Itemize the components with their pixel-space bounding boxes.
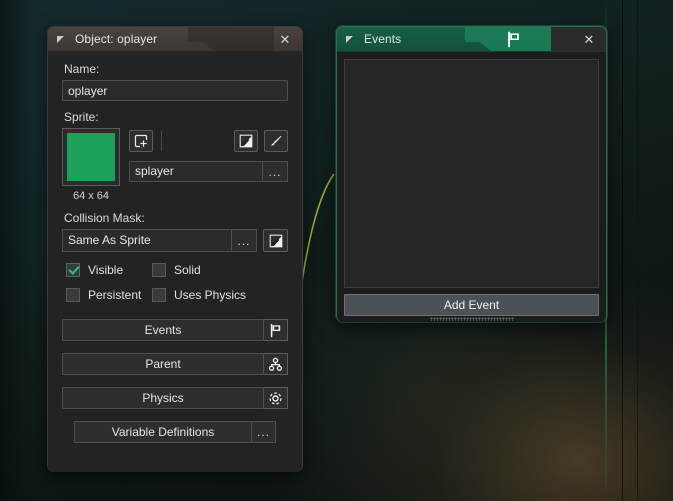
events-button-row: Events	[62, 319, 288, 341]
variable-definitions-menu-button[interactable]: ...	[252, 421, 276, 443]
edit-image-icon[interactable]	[234, 130, 258, 152]
name-label: Name:	[64, 62, 100, 76]
checkbox-persistent-label: Persistent	[88, 288, 142, 302]
app-root: Object: oplayer ✕ Name: Sprite: 64 x 64	[0, 0, 673, 501]
events-window-body: Add Event	[337, 52, 606, 322]
variable-definitions-button[interactable]: Variable Definitions	[74, 421, 252, 443]
collapse-caret-icon[interactable]	[346, 35, 355, 44]
background-vertical-line-1	[622, 0, 623, 501]
sprite-thumbnail[interactable]	[62, 128, 120, 186]
flag-icon	[505, 31, 522, 51]
physics-button-row: Physics	[62, 387, 288, 409]
close-icon[interactable]: ✕	[274, 27, 296, 51]
checkbox-visible-label: Visible	[88, 263, 124, 277]
object-editor-window: Object: oplayer ✕ Name: Sprite: 64 x 64	[47, 26, 303, 472]
checkbox-uses-physics-box[interactable]	[152, 288, 166, 302]
parent-button[interactable]: Parent	[62, 353, 264, 375]
events-button[interactable]: Events	[62, 319, 264, 341]
object-name-input[interactable]	[62, 80, 288, 101]
object-action-buttons: Events Parent Physics Variable Definitio…	[62, 319, 288, 443]
toolbar-separator	[161, 131, 162, 151]
background-left-shade	[0, 0, 34, 501]
resize-grip[interactable]	[429, 317, 514, 321]
sprite-dimensions-label: 64 x 64	[72, 190, 110, 202]
checkbox-uses-physics[interactable]: Uses Physics	[152, 288, 288, 302]
checkbox-visible-box[interactable]	[66, 263, 80, 277]
collision-mask-label: Collision Mask:	[64, 211, 145, 225]
collision-mask-edit-icon[interactable]	[263, 229, 288, 252]
add-event-button[interactable]: Add Event	[344, 294, 599, 316]
parent-button-row: Parent	[62, 353, 288, 375]
sprite-name-value[interactable]: splayer	[129, 161, 262, 182]
physics-button[interactable]: Physics	[62, 387, 264, 409]
collision-mask-value[interactable]: Same As Sprite	[62, 229, 231, 252]
checkbox-persistent[interactable]: Persistent	[66, 288, 152, 302]
flag-icon[interactable]	[264, 319, 288, 341]
sprite-section: 64 x 64 splayer ...	[62, 128, 288, 202]
collision-mask-menu-button[interactable]: ...	[231, 229, 257, 252]
object-window-titlebar[interactable]: Object: oplayer ✕	[48, 27, 302, 52]
collision-mask-row: Same As Sprite ...	[62, 229, 288, 252]
close-icon[interactable]: ✕	[578, 27, 600, 51]
sprite-preview-group: 64 x 64	[62, 128, 122, 202]
object-window-title: Object: oplayer	[75, 32, 158, 46]
object-flags: Visible Solid Persistent Uses Physics	[62, 263, 288, 302]
sprite-controls: splayer ...	[129, 128, 288, 182]
titlebar-notch	[188, 27, 274, 51]
sprite-thumbnail-image	[67, 133, 115, 181]
variable-definitions-row: Variable Definitions ...	[62, 421, 288, 443]
checkbox-uses-physics-label: Uses Physics	[174, 288, 247, 302]
sprite-menu-button[interactable]: ...	[262, 161, 288, 182]
background-vertical-line-2	[637, 0, 638, 501]
paintbrush-icon[interactable]	[264, 130, 288, 152]
events-list[interactable]	[344, 59, 599, 288]
sprite-name-row: splayer ...	[129, 161, 288, 182]
object-window-body: Name: Sprite: 64 x 64	[48, 52, 302, 472]
events-window: Events ✕ Add Event	[336, 26, 607, 322]
checkbox-visible[interactable]: Visible	[66, 263, 152, 277]
checkbox-persistent-box[interactable]	[66, 288, 80, 302]
parent-node-icon[interactable]	[264, 353, 288, 375]
sprite-toolbar	[129, 128, 288, 154]
events-window-titlebar[interactable]: Events ✕	[337, 27, 606, 52]
sprite-label: Sprite:	[64, 110, 99, 124]
checkbox-solid[interactable]: Solid	[152, 263, 288, 277]
events-window-title: Events	[364, 32, 402, 46]
checkbox-solid-box[interactable]	[152, 263, 166, 277]
physics-atom-icon[interactable]	[264, 387, 288, 409]
new-sprite-icon[interactable]	[129, 130, 153, 152]
checkbox-solid-label: Solid	[174, 263, 201, 277]
collapse-caret-icon[interactable]	[57, 35, 66, 44]
